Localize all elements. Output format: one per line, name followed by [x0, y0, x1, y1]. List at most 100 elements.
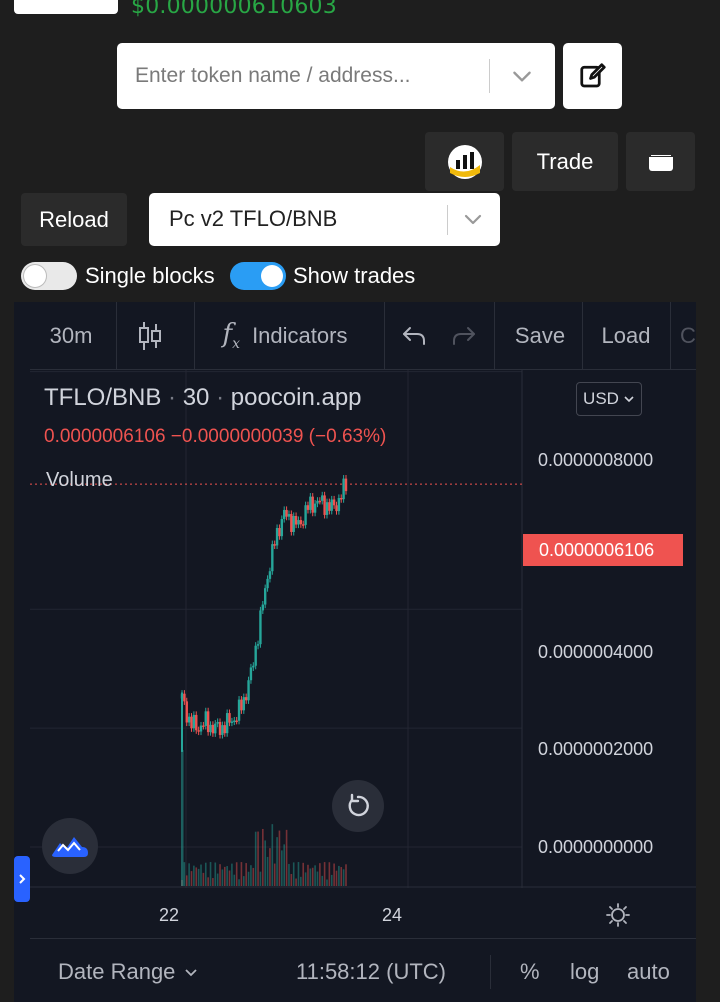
chart-widget[interactable]: 30m fx Indicators Save Load C TFLO/BNB ·… — [14, 302, 696, 1002]
undo-icon — [403, 327, 425, 345]
chart-legend-title: TFLO/BNB · 30 · poocoin.app — [44, 384, 362, 411]
single-blocks-toggle[interactable] — [21, 262, 77, 290]
volume-bar — [297, 862, 300, 886]
candle-body — [247, 680, 250, 701]
candle-body — [237, 699, 241, 721]
show-trades-label: Show trades — [293, 263, 416, 288]
candle-body — [225, 713, 229, 734]
y-tick-label: 0.0000004000 — [538, 642, 654, 662]
candle-body — [216, 721, 219, 724]
volume-bar — [328, 862, 331, 886]
candle-body — [197, 730, 200, 732]
volume-bar — [309, 868, 312, 886]
search-input[interactable] — [135, 43, 485, 109]
save-button[interactable]: Save — [500, 302, 580, 370]
volume-bar — [223, 866, 226, 886]
undo-button[interactable] — [392, 302, 436, 370]
legend-interval: 30 — [182, 384, 210, 411]
candle-body — [285, 509, 288, 517]
currency-label: USD — [583, 389, 619, 408]
candle-body — [190, 716, 193, 729]
volume-bar — [200, 864, 202, 886]
currency-button[interactable]: USD — [576, 382, 642, 416]
top-token-chip[interactable] — [14, 0, 118, 14]
x-tick-label: 24 — [382, 905, 403, 925]
volume-bar — [193, 865, 195, 886]
volume-bar — [238, 879, 240, 886]
y-tick-label: 0.0000002000 — [538, 739, 654, 759]
current-price-tag: 0.0000006106 — [523, 534, 683, 566]
wallet-button[interactable] — [626, 132, 695, 191]
trade-button[interactable]: Trade — [512, 132, 618, 191]
percent-scale-button[interactable]: % — [520, 939, 540, 1002]
volume-bar — [273, 863, 276, 886]
token-search-box[interactable] — [117, 43, 555, 109]
candle-body — [266, 578, 269, 589]
candle-body — [287, 514, 291, 517]
chevron-down-icon[interactable] — [509, 63, 535, 89]
candle-body — [342, 478, 345, 500]
candle-body — [211, 724, 215, 734]
candle-body — [254, 645, 257, 666]
edit-button[interactable] — [563, 43, 622, 109]
volume-bar — [226, 866, 228, 886]
volume-bar — [300, 876, 302, 886]
tradingview-logo-icon — [52, 837, 88, 857]
candle-body — [252, 665, 255, 668]
candle-body — [209, 724, 212, 733]
candle-body — [318, 500, 322, 503]
candle-body — [256, 644, 260, 646]
volume-bar — [233, 874, 236, 886]
candle-body — [297, 520, 300, 525]
volume-bar — [314, 865, 316, 886]
log-scale-button[interactable]: log — [570, 939, 599, 1002]
pair-select[interactable]: Pc v2 TFLO/BNB — [149, 193, 500, 246]
indicators-button[interactable]: fx Indicators — [200, 302, 370, 370]
candle-body — [244, 697, 248, 701]
candle-body — [294, 515, 298, 525]
chart-button[interactable] — [425, 132, 504, 191]
volume-bar — [228, 870, 231, 886]
interval-button[interactable]: 30m — [30, 302, 112, 370]
utc-time[interactable]: 11:58:12 (UTC) — [296, 939, 446, 1002]
reset-chart-button[interactable] — [332, 780, 384, 832]
chart-bottom-bar: Date Range 11:58:12 (UTC) % log auto — [30, 938, 696, 1002]
single-blocks-label: Single blocks — [85, 263, 215, 288]
wallet-icon — [648, 152, 673, 171]
chart-settings-button[interactable] — [600, 900, 636, 930]
volume-bar — [302, 862, 305, 886]
volume-bar — [290, 874, 293, 886]
volume-bar — [316, 871, 319, 886]
show-trades-toggle[interactable] — [230, 262, 286, 290]
load-button[interactable]: Load — [586, 302, 666, 370]
date-range-button[interactable]: Date Range — [58, 939, 199, 1002]
side-panel-toggle[interactable] — [14, 856, 30, 902]
volume-bar — [204, 862, 207, 886]
auto-scale-button[interactable]: auto — [627, 939, 670, 1002]
candle-body — [242, 697, 245, 711]
candle-body — [206, 711, 210, 733]
volume-bar — [231, 863, 233, 886]
volume-bar — [342, 869, 345, 886]
reload-button[interactable]: Reload — [21, 193, 127, 246]
candle-body — [268, 571, 272, 579]
redo-icon — [453, 327, 475, 345]
redo-button[interactable] — [442, 302, 486, 370]
chevron-down-icon[interactable] — [461, 207, 485, 231]
volume-bar — [285, 829, 288, 886]
candle-body — [321, 495, 324, 501]
volume-bar — [250, 865, 252, 886]
volume-bar — [254, 831, 257, 886]
legend-change: −0.0000000039 (−0.63%) — [170, 426, 387, 447]
volume-legend: Volume — [46, 469, 113, 491]
tradingview-logo-button[interactable] — [42, 818, 98, 874]
volume-bar — [209, 862, 212, 886]
chart-type-button[interactable] — [120, 302, 180, 370]
candle-body — [299, 520, 303, 525]
overflow-toolbar-item[interactable]: C — [678, 302, 698, 370]
volume-bar — [278, 830, 281, 886]
candles-icon — [139, 322, 161, 350]
search-divider — [489, 59, 490, 93]
volume-bar — [207, 877, 209, 886]
volume-bar — [259, 871, 262, 886]
